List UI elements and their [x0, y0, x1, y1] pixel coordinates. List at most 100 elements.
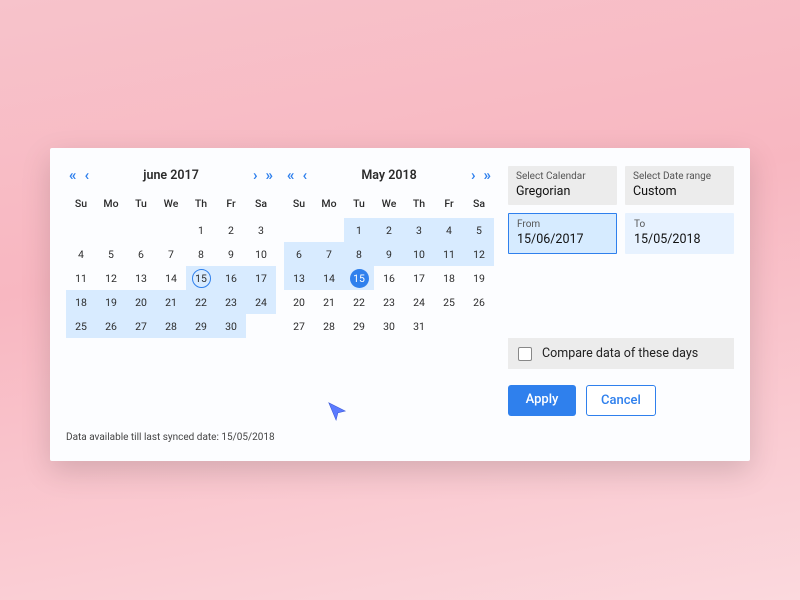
day-cell[interactable]: 4 — [66, 242, 96, 266]
day-of-week-label: We — [156, 191, 186, 218]
day-cell[interactable]: 12 — [96, 266, 126, 290]
day-cell[interactable]: 24 — [404, 290, 434, 314]
day-cell[interactable]: 16 — [216, 266, 246, 290]
day-cell[interactable]: 29 — [344, 314, 374, 338]
day-cell[interactable]: 19 — [464, 266, 494, 290]
day-of-week-label: Sa — [246, 191, 276, 218]
from-date-input[interactable]: From 15/06/2017 — [508, 213, 617, 254]
calendar-type-select[interactable]: Select Calendar Gregorian — [508, 166, 617, 205]
sidebar: Select Calendar Gregorian Select Date ra… — [508, 166, 734, 416]
day-cell-empty — [156, 218, 186, 242]
day-cell[interactable]: 1 — [186, 218, 216, 242]
day-cell[interactable]: 29 — [186, 314, 216, 338]
day-cell[interactable]: 21 — [156, 290, 186, 314]
day-cell[interactable]: 18 — [66, 290, 96, 314]
day-cell[interactable]: 26 — [464, 290, 494, 314]
day-cell[interactable]: 28 — [156, 314, 186, 338]
day-cell[interactable]: 11 — [434, 242, 464, 266]
day-of-week-label: Fr — [216, 191, 246, 218]
day-cell[interactable]: 23 — [216, 290, 246, 314]
day-of-week-label: Th — [186, 191, 216, 218]
day-cell[interactable]: 27 — [126, 314, 156, 338]
prev-year-button[interactable]: « — [68, 166, 78, 185]
day-cell[interactable]: 15 — [186, 266, 216, 290]
day-cell[interactable]: 23 — [374, 290, 404, 314]
day-cell[interactable]: 20 — [284, 290, 314, 314]
day-cell[interactable]: 8 — [344, 242, 374, 266]
apply-button[interactable]: Apply — [508, 385, 576, 416]
day-cell[interactable]: 31 — [404, 314, 434, 338]
day-of-week-label: Mo — [96, 191, 126, 218]
day-cell[interactable]: 9 — [216, 242, 246, 266]
day-cell[interactable]: 13 — [284, 266, 314, 290]
day-cell[interactable]: 25 — [434, 290, 464, 314]
day-cell[interactable]: 27 — [284, 314, 314, 338]
day-cell[interactable]: 7 — [314, 242, 344, 266]
day-cell[interactable]: 6 — [126, 242, 156, 266]
compare-toggle[interactable]: Compare data of these days — [508, 338, 734, 369]
day-cell[interactable]: 30 — [374, 314, 404, 338]
day-cell[interactable]: 3 — [404, 218, 434, 242]
checkbox-icon[interactable] — [518, 347, 532, 361]
next-year-button[interactable]: » — [264, 166, 274, 185]
day-cell[interactable]: 13 — [126, 266, 156, 290]
day-of-week-label: Su — [284, 191, 314, 218]
day-cell[interactable]: 7 — [156, 242, 186, 266]
day-cell[interactable]: 26 — [96, 314, 126, 338]
day-cell[interactable]: 20 — [126, 290, 156, 314]
day-cell[interactable]: 28 — [314, 314, 344, 338]
day-cell[interactable]: 2 — [216, 218, 246, 242]
day-cell[interactable]: 11 — [66, 266, 96, 290]
calendar-pair: « ‹ june 2017 › » SuMoTuWeThFrSa12345678… — [66, 166, 494, 416]
field-value: 15/06/2017 — [517, 232, 608, 247]
day-of-week-label: We — [374, 191, 404, 218]
day-of-week-label: Tu — [344, 191, 374, 218]
day-cell[interactable]: 22 — [344, 290, 374, 314]
day-cell[interactable]: 22 — [186, 290, 216, 314]
next-month-button[interactable]: › — [252, 166, 259, 185]
next-month-button[interactable]: › — [470, 166, 477, 185]
day-cell[interactable]: 4 — [434, 218, 464, 242]
day-cell[interactable]: 8 — [186, 242, 216, 266]
day-cell-empty — [96, 218, 126, 242]
compare-label: Compare data of these days — [542, 346, 698, 361]
day-cell[interactable]: 6 — [284, 242, 314, 266]
day-of-week-label: Tu — [126, 191, 156, 218]
day-cell-empty — [284, 218, 314, 242]
day-cell[interactable]: 2 — [374, 218, 404, 242]
day-cell[interactable]: 9 — [374, 242, 404, 266]
prev-month-button[interactable]: ‹ — [302, 166, 309, 185]
day-cell[interactable]: 12 — [464, 242, 494, 266]
day-cell[interactable]: 15 — [344, 266, 374, 290]
field-value: Custom — [633, 184, 726, 199]
date-range-select[interactable]: Select Date range Custom — [625, 166, 734, 205]
day-cell[interactable]: 25 — [66, 314, 96, 338]
day-cell[interactable]: 17 — [404, 266, 434, 290]
day-cell[interactable]: 30 — [216, 314, 246, 338]
calendar-right: « ‹ May 2018 › » SuMoTuWeThFrSa123456789… — [284, 166, 494, 416]
day-cell[interactable]: 18 — [434, 266, 464, 290]
date-range-panel: « ‹ june 2017 › » SuMoTuWeThFrSa12345678… — [50, 148, 750, 461]
cancel-button[interactable]: Cancel — [586, 385, 656, 416]
day-cell[interactable]: 14 — [314, 266, 344, 290]
prev-month-button[interactable]: ‹ — [84, 166, 91, 185]
day-cell[interactable]: 24 — [246, 290, 276, 314]
day-cell[interactable]: 19 — [96, 290, 126, 314]
prev-year-button[interactable]: « — [286, 166, 296, 185]
day-cell[interactable]: 10 — [404, 242, 434, 266]
to-date-input[interactable]: To 15/05/2018 — [625, 213, 734, 254]
day-cell[interactable]: 10 — [246, 242, 276, 266]
day-cell[interactable]: 21 — [314, 290, 344, 314]
calendar-right-title: May 2018 — [361, 168, 416, 183]
day-cell[interactable]: 16 — [374, 266, 404, 290]
day-cell[interactable]: 17 — [246, 266, 276, 290]
day-cell[interactable]: 3 — [246, 218, 276, 242]
field-label: To — [634, 219, 725, 230]
day-cell[interactable]: 14 — [156, 266, 186, 290]
day-cell[interactable]: 5 — [96, 242, 126, 266]
next-year-button[interactable]: » — [483, 166, 493, 185]
day-cell[interactable]: 1 — [344, 218, 374, 242]
field-value: Gregorian — [516, 184, 609, 199]
day-of-week-label: Th — [404, 191, 434, 218]
day-cell[interactable]: 5 — [464, 218, 494, 242]
